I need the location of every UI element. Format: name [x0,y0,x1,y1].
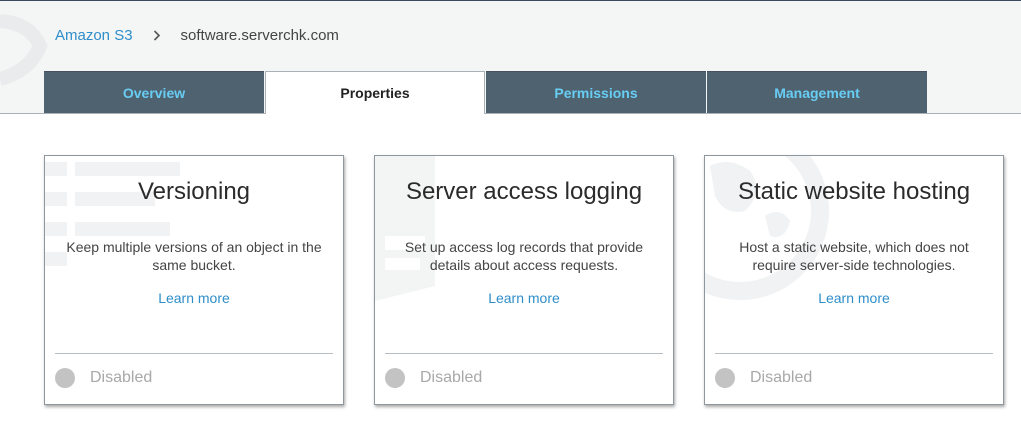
card-divider [55,353,333,354]
status-indicator-icon [715,368,735,388]
tab-management[interactable]: Management [707,71,927,113]
status-label: Disabled [750,369,813,386]
card-description: Set up access log records that provide d… [404,239,644,273]
card-title: Server access logging [405,178,643,205]
card-divider [385,353,663,354]
learn-more-link[interactable]: Learn more [158,290,230,306]
chevron-right-icon [153,29,163,41]
server-access-logging-card[interactable]: Server access logging Set up access log … [374,155,674,405]
learn-more-link[interactable]: Learn more [488,290,560,306]
card-title: Versioning [137,178,251,205]
breadcrumb: Amazon S3 software.serverchk.com [55,26,339,44]
tab-overview[interactable]: Overview [44,71,264,113]
s3-bucket-properties-page: Amazon S3 software.serverchk.com Overvie… [0,0,1021,432]
learn-more-link[interactable]: Learn more [818,290,890,306]
breadcrumb-current-bucket: software.serverchk.com [180,26,339,44]
card-title: Static website hosting [737,178,971,205]
versioning-watermark-icon [45,162,180,266]
status-indicator-icon [55,368,75,388]
card-divider [715,353,993,354]
card-status: Disabled [715,368,812,388]
tab-properties[interactable]: Properties [265,71,485,114]
status-label: Disabled [90,369,153,386]
card-status: Disabled [55,368,152,388]
status-indicator-icon [385,368,405,388]
status-label: Disabled [420,369,483,386]
breadcrumb-amazon-s3-link[interactable]: Amazon S3 [55,27,133,44]
tab-bar: Overview Properties Permissions Manageme… [44,71,928,114]
card-description: Keep multiple versions of an object in t… [66,239,322,273]
tab-permissions[interactable]: Permissions [486,71,706,113]
card-description: Host a static website, which does not re… [739,239,969,273]
top-border [0,0,1021,1]
static-website-hosting-card[interactable]: Static website hosting Host a static web… [704,155,1004,405]
card-status: Disabled [385,368,482,388]
versioning-card[interactable]: Versioning Keep multiple versions of an … [44,155,344,405]
